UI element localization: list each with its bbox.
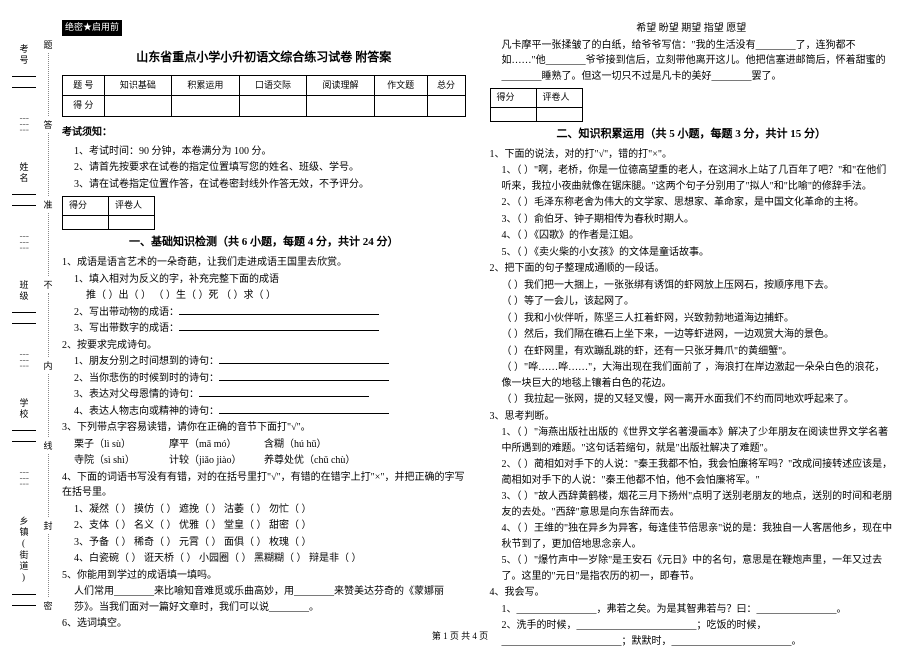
scorer-table: 得分评卷人	[62, 196, 155, 230]
q-text: 5、（ ）"爆竹声中一岁除"是王安石《元日》中的名句，意思是在鞭炮声里，一年又过…	[490, 553, 894, 584]
q-text: 1、填入相对为反义的字，补充完整下面的成语	[62, 272, 466, 288]
q-text: 5、（ ）《卖火柴的小女孩》的文体是童话故事。	[490, 245, 894, 261]
q-text: （ ）"哗……哗……"，大海出现在我们面前了 ，海浪打在岸边激起一朵朵白色的浪花…	[490, 360, 894, 391]
q-text: 3、思考判断。	[490, 409, 894, 425]
section1-title: 一、基础知识检测（共 6 小题，每题 4 分，共计 24 分）	[62, 234, 466, 251]
q-text: 3、写出带数字的成语：	[74, 323, 179, 334]
side-label: 考号	[18, 44, 31, 66]
q-text: 1、（ ）"啊，老桥，你是一位德高望重的老人，在这涧水上站了几百年了吧？"和"在…	[490, 163, 894, 194]
th: 积累运用	[172, 75, 240, 96]
q-text: 3、（ ）俞伯牙、钟子期相传为春秋时期人。	[490, 212, 894, 228]
q-text: 4、（ ）《囚歌》的作者是江姐。	[490, 228, 894, 244]
th: 阅读理解	[307, 75, 375, 96]
q-text: 2、写出带动物的成语：	[74, 307, 179, 318]
notice-item: 2、请首先按要求在试卷的指定位置填写您的姓名、班级、学号。	[62, 160, 466, 176]
q-text: （ ）然后，我们隔在礁石上坐下来，一边等虾进网，一边观赏大海的景色。	[490, 327, 894, 343]
scorer-table: 得分评卷人	[490, 88, 583, 122]
exam-title: 山东省重点小学小升初语文综合练习试卷 附答案	[62, 48, 466, 67]
q-text: 1、________________，弗若之矣。为是其智弗若与？曰：______…	[490, 602, 894, 618]
q-text: 3、表达对父母恩情的诗句：	[74, 389, 199, 400]
q-text: （ ）我拉起一张网，提的又轻叉慢，网一离开水面我们不约而同地欢呼起来了。	[490, 392, 894, 408]
side-label: 班级	[18, 280, 31, 302]
q-text: 4、下面的词语书写没有有错，对的在括号里打"√"，有错的在错字上打"×"，并把正…	[62, 470, 466, 501]
q-text: 1、朋友分别之时间想到的诗句：	[74, 356, 219, 367]
side-label: 姓名	[18, 162, 31, 184]
q-text: 5、你能用到学过的成语填一填吗。	[62, 568, 466, 584]
th: 题 号	[63, 75, 105, 96]
q-text: 4、（ ）王维的"独在异乡为异客，每逢佳节倍思亲"说的是：我独自一人客居他乡，现…	[490, 521, 894, 552]
page-content: 绝密★启用前 山东省重点小学小升初语文综合练习试卷 附答案 题 号 知识基础 积…	[0, 0, 920, 650]
th: 口语交际	[239, 75, 307, 96]
right-column: 希望 盼望 期望 指望 愿望 凡卡摩平一张揉皱了的白纸，给爷爷写信："我的生活没…	[478, 20, 906, 620]
td: 得 分	[63, 96, 105, 117]
th: 总分	[427, 75, 465, 96]
side-label: 学校	[18, 398, 31, 420]
q-text: 4、我会写。	[490, 585, 894, 601]
passage: 凡卡摩平一张揉皱了的白纸，给爷爷写信："我的生活没有________了，连狗都不…	[490, 38, 894, 85]
pinyin-row: 寺院（sì shì）计较（jiǎo jiào）养尊处优（chǔ chù）	[62, 453, 466, 469]
q-text: 人们常用________来比喻知音难觅或乐曲高妙，用________来赞美达芬奇…	[62, 584, 466, 615]
q-text: 2、支体（ ） 名义（ ） 优雅（ ） 堂皇（ ） 甜密（ ）	[62, 518, 466, 534]
seal-line: 题 答 准 不 内 线 封 密	[38, 0, 58, 650]
q-text: 2、把下面的句子整理成通顺的一段话。	[490, 261, 894, 277]
q-text: 4、表达人物志向或精神的诗句：	[74, 406, 219, 417]
left-column: 绝密★启用前 山东省重点小学小升初语文综合练习试卷 附答案 题 号 知识基础 积…	[50, 20, 478, 620]
q-text: 推（ ）出（ ） （ ）生（ ）死 （ ）求（ ）	[62, 288, 466, 304]
q-text: 1、凝然（ ） 摸仿（ ） 遮挽（ ） 沽萎（ ） 勿忙（ ）	[62, 502, 466, 518]
q-text: 1、成语是语言艺术的一朵奇葩，让我们走进成语王国里去欣赏。	[62, 255, 466, 271]
q-text: 2、按要求完成诗句。	[62, 338, 466, 354]
q-text: 2、当你悲伤的时候到时的诗句：	[74, 373, 219, 384]
q-text: 2、（ ）蔺相如对手下的人说："秦王我都不怕，我会怕廉将军吗？"改成间接转述应该…	[490, 457, 894, 488]
q-text: （ ）等了一会儿，该起网了。	[490, 294, 894, 310]
q-text: （ ）在虾网里，有欢蹦乱跳的虾，还有一只张牙舞爪"的黄细蟹"。	[490, 344, 894, 360]
q-text: 1、（ ）"海燕出版社出版的《世界文学名著漫画本》解决了少年朋友在阅读世界文学名…	[490, 425, 894, 456]
th: 知识基础	[104, 75, 172, 96]
pinyin-row: 栗子（lì sù）摩平（mā mó）含糊（hú hū）	[62, 437, 466, 453]
word-bank: 希望 盼望 期望 指望 愿望	[490, 21, 894, 37]
notice-item: 1、考试时间：90 分钟，本卷满分为 100 分。	[62, 144, 466, 160]
confidential-tag: 绝密★启用前	[62, 20, 122, 36]
q-text: 3、予备（ ） 稀奇（ ） 元霄（ ） 面俱（ ） 枚瑰（ ）	[62, 535, 466, 551]
q-text: 3、下列带点字容易读错，请你在正确的音节下面打"√"。	[62, 420, 466, 436]
th: 作文题	[374, 75, 427, 96]
q-text: （ ）我们把一大捆上，一张张绑有诱饵的虾网放上压网石，按顺序甩下去。	[490, 278, 894, 294]
q-text: （ ）我和小伙伴听，陈坚三人扛着虾网，兴致勃勃地道海边捕虾。	[490, 311, 894, 327]
page-footer: 第 1 页 共 4 页	[0, 629, 920, 642]
score-table: 题 号 知识基础 积累运用 口语交际 阅读理解 作文题 总分 得 分	[62, 75, 466, 118]
notice-heading: 考试须知：	[62, 125, 466, 141]
notice-item: 3、请在试卷指定位置作答，在试卷密封线外作答无效，不予评分。	[62, 177, 466, 193]
section2-title: 二、知识积累运用（共 5 小题，每题 3 分，共计 15 分）	[490, 126, 894, 143]
q-text: 4、白瓷碗（ ） 诳天桥（ ） 小园圈（ ） 黑糊糊（ ） 辩是非（ ）	[62, 551, 466, 567]
q-text: 1、下面的说法，对的打"√"，错的打"×"。	[490, 147, 894, 163]
side-label: 乡镇(街道)	[18, 516, 31, 584]
q-text: 3、（ ）"故人西辞黄鹤楼，烟花三月下扬州"点明了送别老朋友的地点，送别的时间和…	[490, 489, 894, 520]
q-text: 2、（ ）毛泽东称老舍为伟大的文学家、思想家、革命家，是中国文化革命的主将。	[490, 195, 894, 211]
